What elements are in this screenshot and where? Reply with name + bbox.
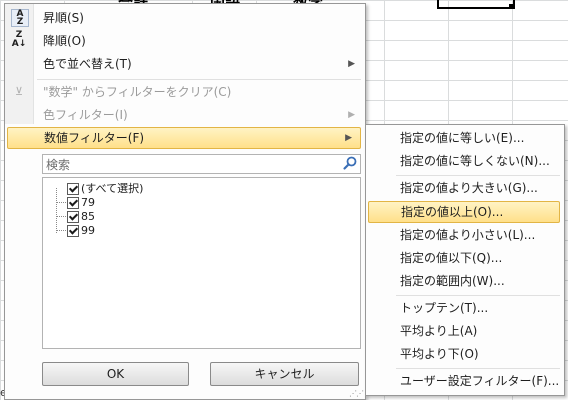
submenu-item-label: トップテン(T)...: [400, 301, 489, 315]
submenu-item-equals[interactable]: 指定の値に等しい(E)...: [366, 127, 562, 149]
submenu-item-label: 指定の値より大きい(G)...: [400, 181, 538, 195]
tree-line: [56, 188, 57, 233]
sort-by-color-item[interactable]: 色で並べ替え(T) ▶: [5, 53, 363, 75]
tree-line: [57, 216, 66, 217]
clear-filter-label: "数学" からフィルターをクリア(C): [43, 85, 232, 99]
sort-descending-icon: Z A↓: [11, 30, 27, 49]
submenu-item-below-average[interactable]: 平均より下(O): [366, 343, 562, 365]
list-item-label: (すべて選択): [81, 182, 144, 195]
list-item-label: 99: [81, 224, 95, 237]
submenu-item-label: 指定の値より小さい(L)...: [400, 228, 536, 242]
submenu-arrow-icon: ▶: [345, 133, 352, 143]
color-filter-item[interactable]: 色フィルター(I) ▶: [5, 104, 363, 126]
submenu-item-less-or-equal[interactable]: 指定の値以下(Q)...: [366, 247, 562, 269]
sort-ascending-icon: AZ: [11, 9, 29, 27]
selected-cell[interactable]: [437, 0, 515, 9]
submenu-separator: [396, 368, 560, 369]
submenu-item-between[interactable]: 指定の範囲内(W)...: [366, 270, 562, 292]
search-placeholder: 検索: [46, 158, 71, 172]
checkbox[interactable]: [67, 225, 79, 237]
submenu-arrow-icon: ▶: [348, 59, 355, 69]
submenu-item-label: 指定の範囲内(W)...: [400, 274, 505, 288]
list-item-label: 85: [81, 210, 95, 223]
fill-handle[interactable]: [509, 4, 514, 9]
sort-ascending-label: 昇順(S): [43, 11, 84, 25]
submenu-item-label: 指定の値に等しくない(N)...: [400, 154, 550, 168]
submenu-separator: [396, 295, 560, 296]
submenu-separator: [396, 175, 560, 176]
ok-button[interactable]: OK: [42, 362, 189, 386]
sort-ascending-item[interactable]: AZ 昇順(S): [5, 7, 363, 29]
submenu-item-label: 平均より上(A): [400, 324, 478, 338]
submenu-item-label: 指定の値に等しい(E)...: [400, 131, 525, 145]
submenu-item-top-ten[interactable]: トップテン(T)...: [366, 297, 562, 319]
menu-separator: [37, 79, 361, 80]
clear-filter-item[interactable]: ⊻ "数学" からフィルターをクリア(C): [5, 81, 363, 103]
search-input[interactable]: 検索: [42, 154, 361, 174]
color-filter-label: 色フィルター(I): [43, 108, 128, 122]
checkbox[interactable]: [67, 211, 79, 223]
submenu-arrow-icon: ▶: [348, 110, 355, 120]
tree-line: [57, 202, 66, 203]
submenu-item-label: 指定の値以下(Q)...: [400, 251, 503, 265]
number-filter-item[interactable]: 数値フィルター(F) ▶: [7, 127, 361, 149]
checkbox[interactable]: [67, 197, 79, 209]
number-filter-submenu: 指定の値に等しい(E)... 指定の値に等しくない(N)... 指定の値より大き…: [365, 124, 565, 396]
checkbox[interactable]: [67, 183, 79, 195]
filter-values-list: (すべて選択) 79 85 99: [42, 177, 361, 349]
sort-descending-item[interactable]: Z A↓ 降順(O): [5, 30, 363, 52]
tree-line: [57, 230, 66, 231]
sort-by-color-label: 色で並べ替え(T): [43, 57, 132, 71]
submenu-item-less-than[interactable]: 指定の値より小さい(L)...: [366, 224, 562, 246]
resize-grip-icon[interactable]: ⋰⋰: [349, 389, 364, 398]
submenu-item-not-equals[interactable]: 指定の値に等しくない(N)...: [366, 150, 562, 172]
submenu-item-label: 指定の値以上(O)...: [401, 205, 504, 219]
submenu-item-label: ユーザー設定フィルター(F)...: [400, 374, 560, 388]
number-filter-label: 数値フィルター(F): [44, 131, 145, 145]
search-icon: [343, 156, 357, 170]
sort-descending-label: 降順(O): [43, 34, 86, 48]
submenu-item-greater-or-equal[interactable]: 指定の値以上(O)...: [368, 201, 560, 223]
submenu-item-above-average[interactable]: 平均より上(A): [366, 320, 562, 342]
submenu-item-custom-filter[interactable]: ユーザー設定フィルター(F)...: [366, 370, 562, 392]
autofilter-menu: AZ 昇順(S) Z A↓ 降順(O) 色で並べ替え(T) ▶ ⊻ "数学" から…: [4, 3, 366, 400]
clear-filter-icon: ⊻: [14, 85, 24, 98]
list-item-label: 79: [81, 196, 95, 209]
submenu-item-label: 平均より下(O): [400, 347, 479, 361]
submenu-item-greater-than[interactable]: 指定の値より大きい(G)...: [366, 177, 562, 199]
cancel-button[interactable]: キャンセル: [210, 362, 359, 386]
